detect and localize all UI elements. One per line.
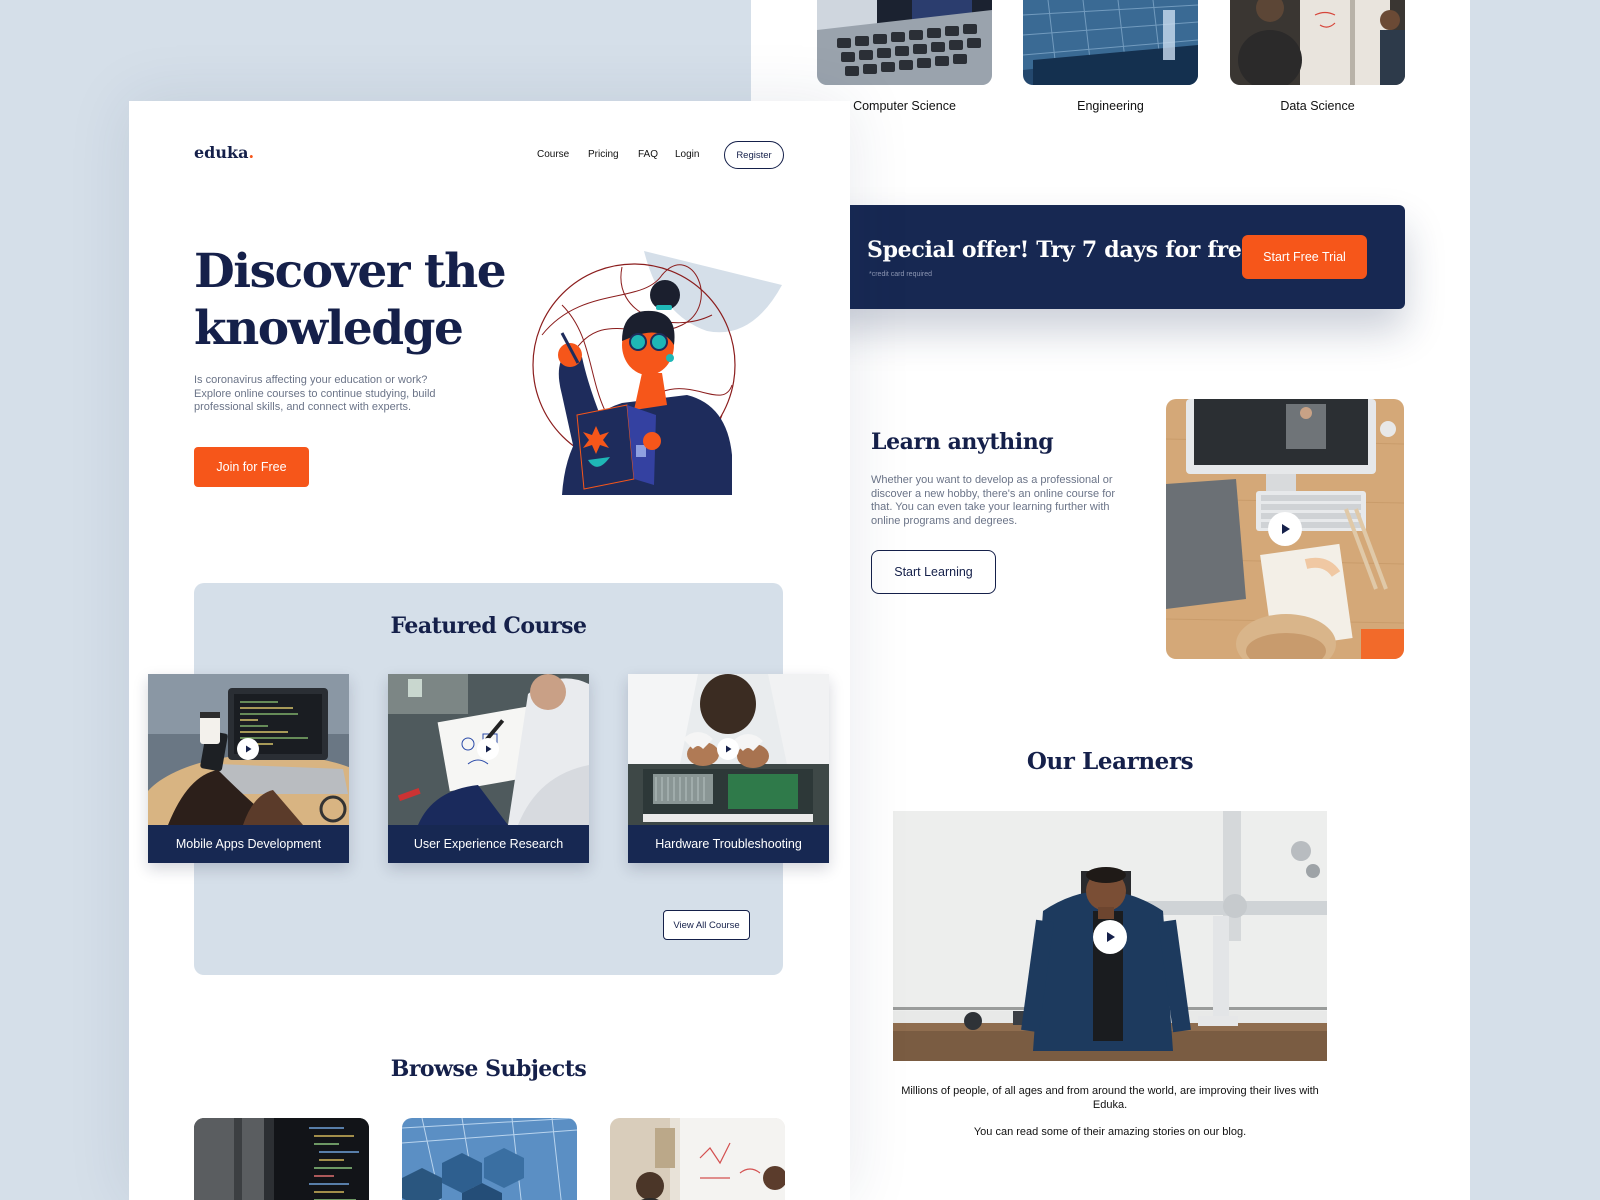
play-icon[interactable] — [717, 738, 739, 760]
browse-subject-engineering[interactable] — [402, 1118, 577, 1200]
play-icon[interactable] — [477, 738, 499, 760]
learners-video-thumbnail[interactable] — [893, 811, 1327, 1061]
course-title[interactable]: Mobile Apps Development — [148, 825, 349, 863]
play-icon[interactable] — [1093, 920, 1127, 954]
offer-title: Special offer! Try 7 days for free — [867, 237, 1256, 263]
view-all-course-button[interactable]: View All Course — [663, 910, 750, 940]
learners-description: Millions of people, of all ages and from… — [900, 1085, 1320, 1140]
course-thumbnail[interactable] — [628, 674, 829, 825]
subject-image-computer-science[interactable] — [817, 0, 992, 85]
course-card-ux-research[interactable]: User Experience Research — [388, 674, 589, 863]
hero-illustration — [522, 245, 782, 495]
learners-text-1: Millions of people, of all ages and from… — [901, 1085, 1319, 1111]
start-learning-button[interactable]: Start Learning — [871, 550, 996, 594]
learn-anything-text: Whether you want to develop as a profess… — [871, 474, 1116, 527]
course-thumbnail[interactable] — [388, 674, 589, 825]
register-button[interactable]: Register — [724, 141, 784, 169]
logo-text: eduka — [194, 143, 249, 162]
learn-video-thumbnail[interactable] — [1166, 399, 1404, 659]
browse-subject-data-science[interactable] — [610, 1118, 785, 1200]
course-card-hardware[interactable]: Hardware Troubleshooting — [628, 674, 829, 863]
course-thumbnail[interactable] — [148, 674, 349, 825]
nav-item-pricing[interactable]: Pricing — [588, 149, 619, 160]
offer-note: *credit card required — [869, 271, 933, 278]
subject-label-data-science[interactable]: Data Science — [1230, 99, 1405, 113]
browse-subject-computer-science[interactable] — [194, 1118, 369, 1200]
course-title[interactable]: User Experience Research — [388, 825, 589, 863]
learners-text-2: You can read some of their amazing stori… — [973, 1126, 1247, 1138]
course-title[interactable]: Hardware Troubleshooting — [628, 825, 829, 863]
hero-title: Discover the knowledge — [194, 244, 507, 356]
nav-item-faq[interactable]: FAQ — [638, 149, 658, 160]
play-icon[interactable] — [237, 738, 259, 760]
start-free-trial-button[interactable]: Start Free Trial — [1242, 235, 1367, 279]
subject-image-data-science[interactable] — [1230, 0, 1405, 85]
course-card-mobile-apps[interactable]: Mobile Apps Development — [148, 674, 349, 863]
subject-label-engineering[interactable]: Engineering — [1023, 99, 1198, 113]
logo[interactable]: eduka. — [194, 143, 254, 162]
browse-subjects-title: Browse Subjects — [390, 1056, 587, 1082]
nav-item-login[interactable]: Login — [675, 149, 699, 160]
hero-text: Is coronavirus affecting your education … — [194, 374, 436, 413]
learn-anything-title: Learn anything — [871, 429, 1054, 455]
subject-image-engineering[interactable] — [1023, 0, 1198, 85]
play-icon[interactable] — [1268, 512, 1302, 546]
featured-course-title: Featured Course — [390, 613, 587, 639]
special-offer-banner: Special offer! Try 7 days for free *cred… — [816, 205, 1405, 309]
join-for-free-button[interactable]: Join for Free — [194, 447, 309, 487]
our-learners-title: Our Learners — [1026, 748, 1194, 775]
nav-item-course[interactable]: Course — [537, 149, 569, 160]
landing-page: eduka. Course Pricing FAQ Login Register… — [129, 101, 850, 1200]
